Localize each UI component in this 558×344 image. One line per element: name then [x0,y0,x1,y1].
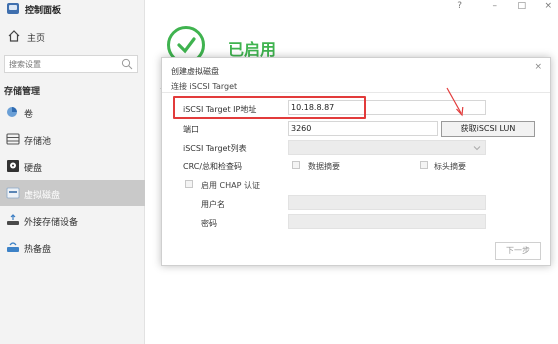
chap-checkbox[interactable] [185,180,193,188]
hot-spare-icon [7,242,19,252]
dialog-title: 创建虚拟磁盘 [171,67,219,76]
target-list-label: iSCSI Target列表 [183,144,247,153]
dialog-close-icon[interactable]: × [534,62,542,72]
minimize-button[interactable]: – [493,1,498,11]
chap-label: 启用 CHAP 认证 [201,181,260,190]
external-storage-icon [7,214,19,225]
sidebar-item-label: 硬盘 [24,164,43,174]
data-digest-label: 数据摘要 [308,162,340,171]
highlight-box [173,96,366,119]
target-list-select[interactable] [288,140,486,155]
close-button[interactable]: × [544,1,552,11]
maximize-button[interactable]: □ [517,1,526,11]
search-input[interactable] [5,56,117,72]
help-button[interactable]: ? [457,1,462,11]
search-box [4,55,138,73]
app-header: 控制面板 [0,0,145,18]
annotation-arrow-icon [446,87,464,117]
dialog-divider [162,92,550,93]
port-input[interactable]: 3260 [288,121,438,136]
sidebar-item-label: 卷 [24,110,34,120]
sidebar-item-volume[interactable]: 卷 [0,99,145,125]
section-title-storage: 存储管理 [4,87,41,97]
app-title: 控制面板 [25,6,62,16]
control-panel-icon [7,3,19,14]
window-controls: ? – □ × [448,0,558,14]
home-icon [8,30,20,42]
header-digest-checkbox[interactable] [420,161,428,169]
sidebar-item-hot-spare[interactable]: 热备盘 [0,234,145,260]
checksum-label: CRC/总和检查码 [183,162,243,171]
header-digest-label: 标头摘要 [434,162,466,171]
sidebar-item-virtual-disk[interactable]: 虚拟磁盘 [0,180,145,206]
hard-disk-icon [7,160,19,172]
chevron-down-icon [473,146,481,151]
next-button[interactable]: 下一步 [495,242,541,260]
virtual-disk-icon [6,187,20,199]
sidebar-item-label: 主页 [27,34,46,44]
sidebar-item-external-storage[interactable]: 外接存储设备 [0,207,145,233]
username-label: 用户名 [201,200,225,209]
username-input[interactable] [288,195,486,210]
create-virtual-disk-dialog: 创建虚拟磁盘 × 连接 iSCSI Target iSCSI Target IP… [161,57,551,266]
search-icon[interactable] [121,58,133,70]
sidebar: 控制面板 主页 存储管理 卷 存储池 [0,0,145,344]
sidebar-item-storage-pool[interactable]: 存储池 [0,126,145,152]
sidebar-item-hard-disk[interactable]: 硬盘 [0,153,145,179]
data-digest-checkbox[interactable] [292,161,300,169]
sidebar-item-home[interactable]: 主页 [0,26,145,46]
sidebar-item-label: 存储池 [24,137,52,147]
sidebar-item-label: 热备盘 [24,245,52,255]
port-label: 端口 [183,125,199,134]
dialog-subtitle: 连接 iSCSI Target [171,82,238,91]
sidebar-item-label: 外接存储设备 [24,218,79,228]
volume-icon [7,107,17,117]
storage-pool-icon [6,133,20,145]
sidebar-item-label: 虚拟磁盘 [24,191,61,201]
password-input[interactable] [288,214,486,229]
password-label: 密码 [201,219,217,228]
